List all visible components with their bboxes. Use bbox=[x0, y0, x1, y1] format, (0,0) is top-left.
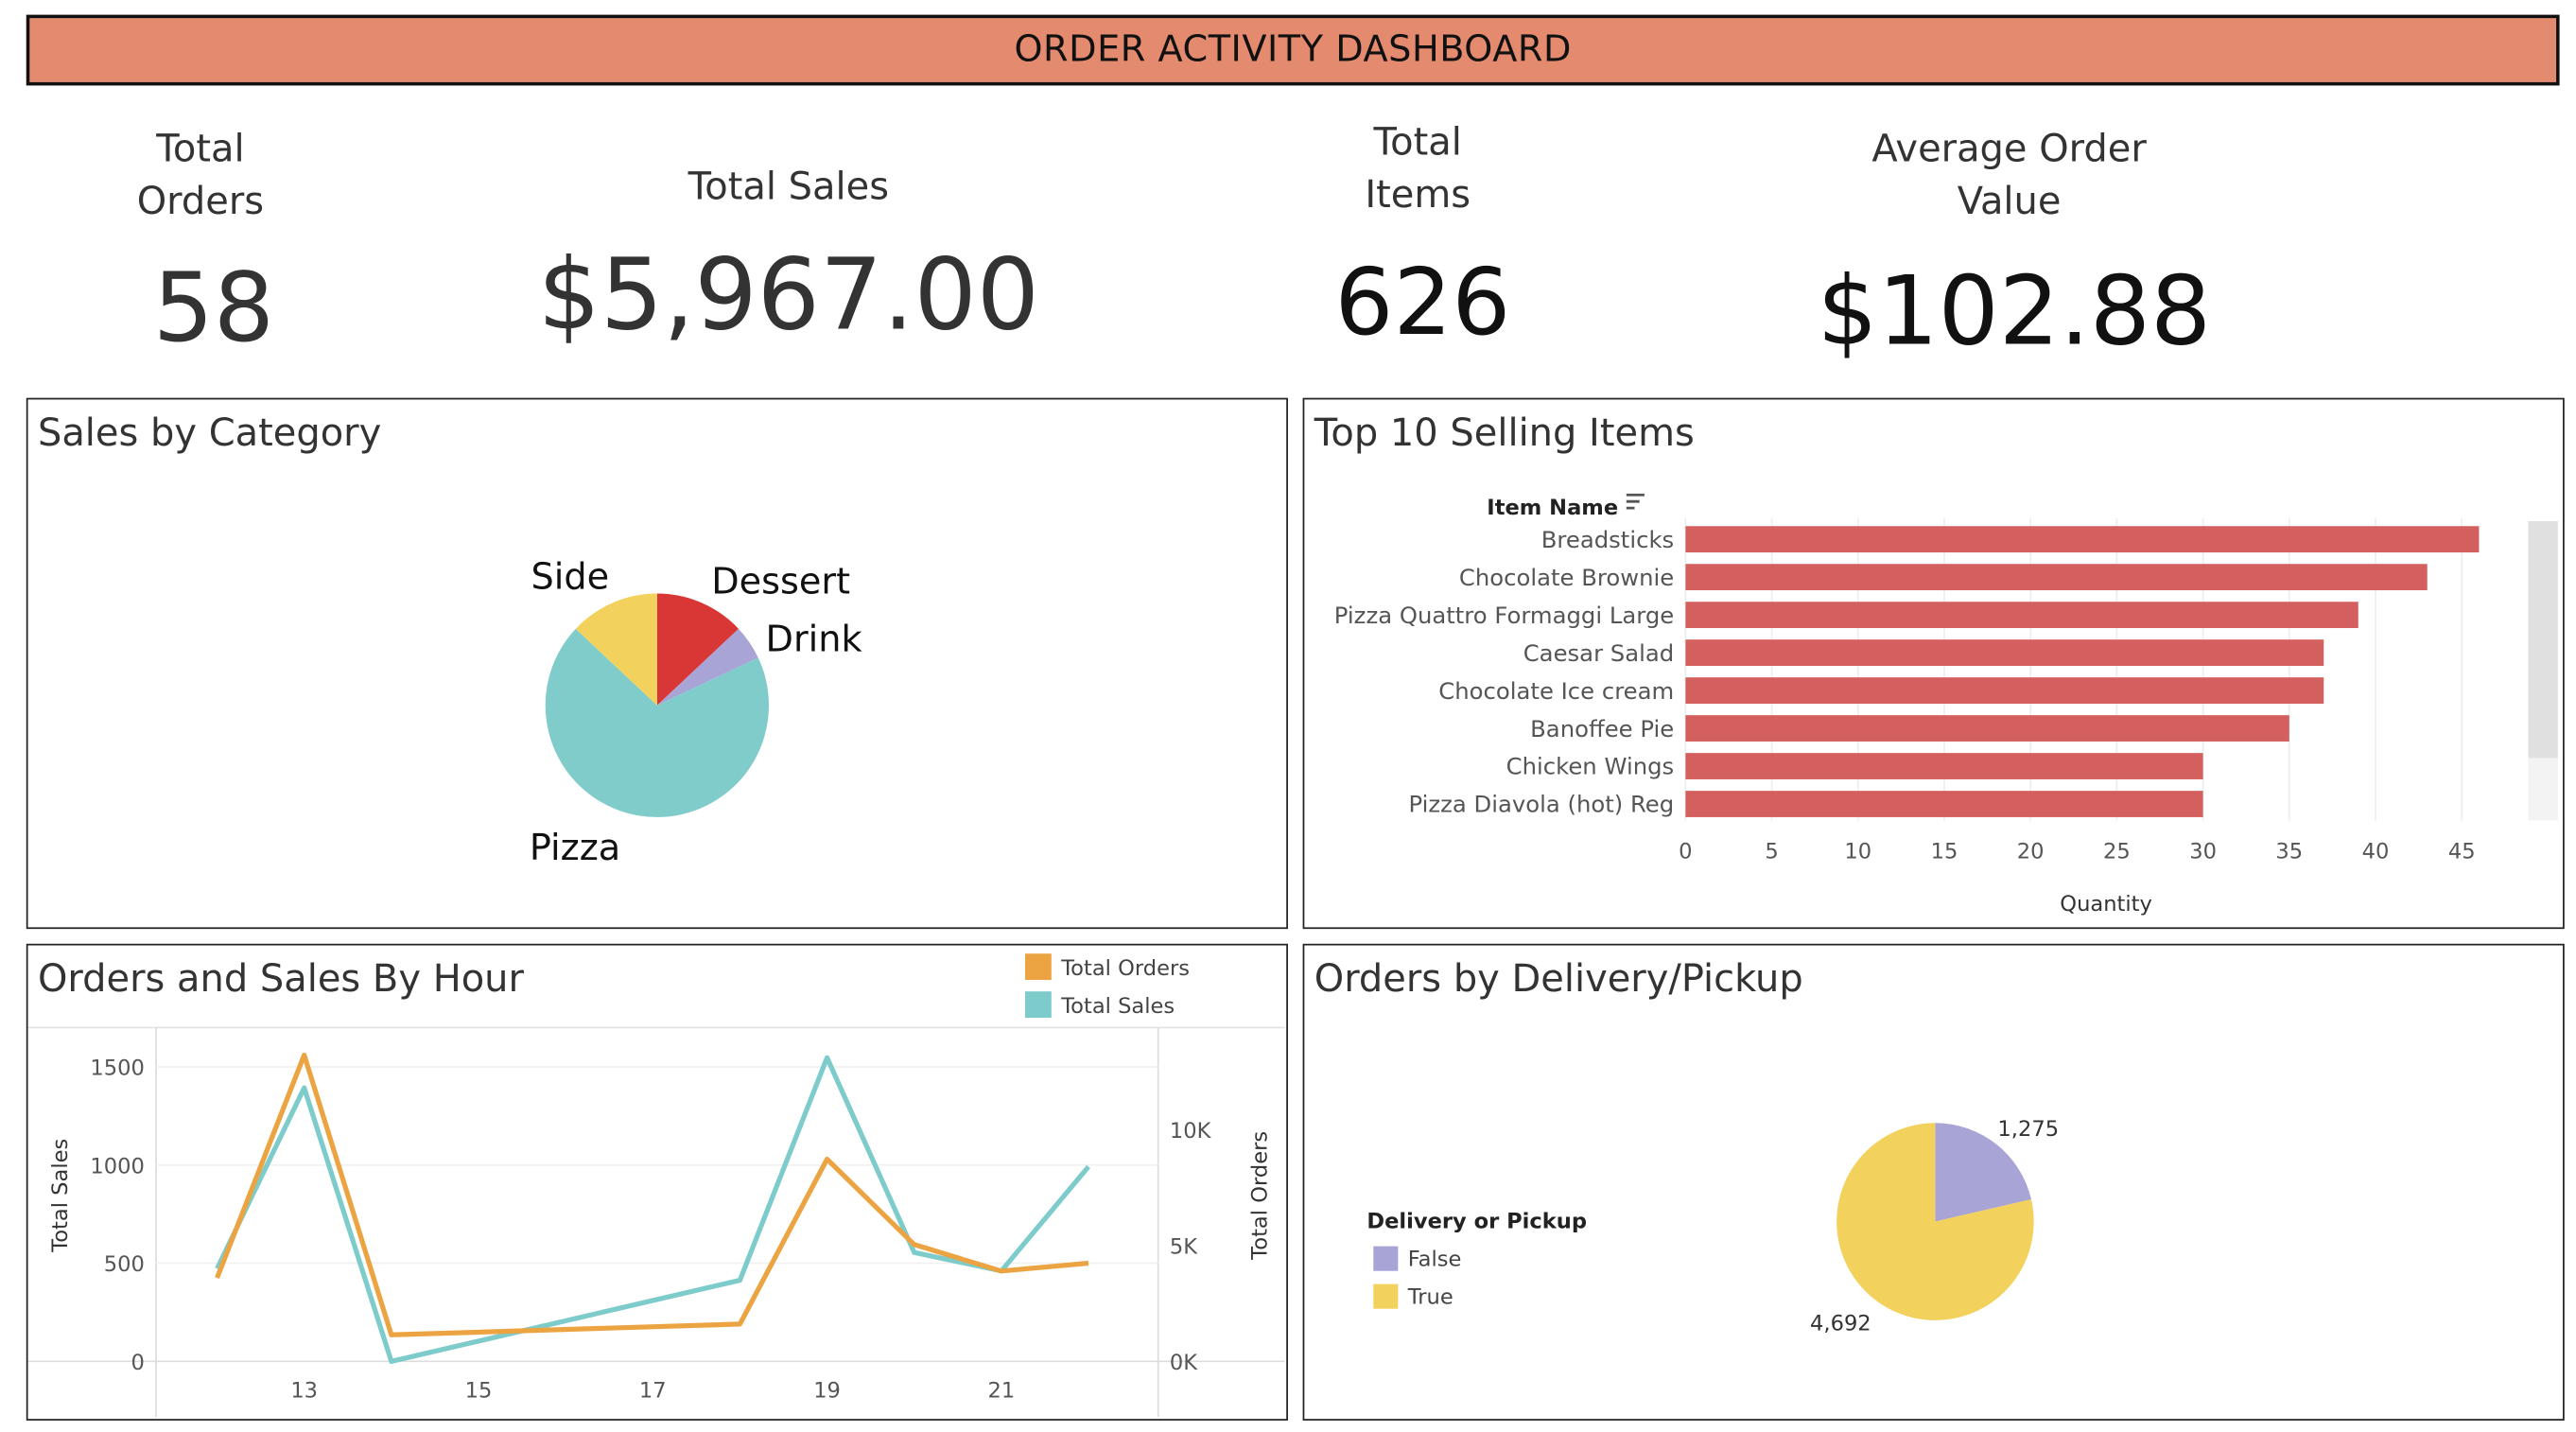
item-name-header: Item Name bbox=[1487, 496, 1618, 520]
bar bbox=[1685, 564, 2428, 591]
legend-swatch-total-orders bbox=[1025, 953, 1052, 981]
x-tick-label: 15 bbox=[1931, 839, 1958, 864]
bar-label: Caesar Salad bbox=[1523, 639, 1674, 667]
legend-label-total-orders: Total Orders bbox=[1060, 956, 1190, 981]
bar-label: Chocolate Ice cream bbox=[1438, 677, 1674, 705]
legend-title: Delivery or Pickup bbox=[1366, 1210, 1587, 1234]
dashboard-header: ORDER ACTIVITY DASHBOARD bbox=[26, 14, 2560, 86]
legend-label-total-sales: Total Sales bbox=[1060, 994, 1175, 1019]
sales-by-category-panel: Sales by Category Dessert Drink Pizza Side bbox=[26, 397, 1288, 930]
kpi-total-items-label-line2: Items bbox=[1365, 174, 1471, 218]
kpi-total-orders-label-line2: Orders bbox=[136, 181, 265, 224]
legend-swatch-false bbox=[1373, 1246, 1399, 1271]
legend-swatch-total-sales bbox=[1025, 991, 1052, 1019]
bar-label: Banoffee Pie bbox=[1530, 715, 1674, 742]
pie-label-drink: Drink bbox=[766, 619, 863, 660]
y-right-tick-label: 5K bbox=[1170, 1234, 1198, 1259]
line-series-total-sales bbox=[215, 1055, 1091, 1364]
x-tick-label: 45 bbox=[2448, 839, 2476, 864]
y-left-axis-label: Total Sales bbox=[48, 1139, 73, 1253]
x-tick-label: 10 bbox=[1844, 839, 1871, 864]
sort-icon[interactable] bbox=[1626, 493, 1645, 510]
kpi-total-items-label-line1: Total bbox=[1373, 121, 1462, 165]
x-tick-label: 5 bbox=[1765, 839, 1778, 864]
top-selling-items-panel: Top 10 Selling Items Item Name Breadstick… bbox=[1302, 397, 2565, 930]
kpi-total-orders-label: Total Orders bbox=[102, 123, 299, 228]
x-tick-label: 25 bbox=[2103, 839, 2131, 864]
line-series-total-orders bbox=[215, 1052, 1089, 1337]
kpi-total-sales-label: Total Sales bbox=[688, 166, 890, 209]
pie-value-true: 4,692 bbox=[1810, 1311, 1871, 1336]
bar bbox=[1685, 715, 2289, 742]
pie-value-false: 1,275 bbox=[1997, 1117, 2059, 1142]
bar-label: Breadsticks bbox=[1541, 526, 1674, 553]
kpi-total-orders-label-line1: Total bbox=[156, 128, 245, 171]
bar bbox=[1685, 753, 2203, 779]
legend-swatch-true bbox=[1373, 1284, 1399, 1309]
bar bbox=[1685, 602, 2358, 629]
y-right-tick-label: 0K bbox=[1170, 1351, 1198, 1375]
y-left-tick-label: 500 bbox=[104, 1252, 145, 1277]
x-tick-label: 13 bbox=[290, 1379, 318, 1404]
bar-label: Pizza Quattro Formaggi Large bbox=[1334, 602, 1674, 629]
kpi-average-order-value-label-line2: Value bbox=[1957, 181, 2062, 224]
y-left-tick-label: 0 bbox=[131, 1351, 145, 1375]
legend-label-true: True bbox=[1407, 1284, 1453, 1309]
x-tick-label: 17 bbox=[639, 1379, 667, 1404]
x-tick-label: 0 bbox=[1679, 839, 1692, 864]
top-selling-items-chart[interactable]: Item Name Breadsticks Chocolate Brownie Piz… bbox=[1304, 399, 2561, 925]
kpi-average-order-value-value: $102.88 bbox=[1817, 254, 2212, 367]
kpi-average-order-value-label: Average Order Value bbox=[1807, 123, 2211, 228]
bar bbox=[1685, 791, 2203, 817]
bar-label: Pizza Diavola (hot) Reg bbox=[1409, 791, 1675, 818]
pie-label-dessert: Dessert bbox=[711, 562, 850, 603]
orders-by-delivery-chart: 1,275 4,692 Delivery or Pickup False True bbox=[1366, 1117, 2059, 1336]
sales-by-category-chart: Dessert Drink Pizza Side bbox=[530, 556, 863, 869]
kpi-total-sales-value: $5,967.00 bbox=[537, 238, 1040, 354]
pie-label-pizza: Pizza bbox=[530, 828, 620, 869]
x-tick-label: 20 bbox=[2017, 839, 2045, 864]
x-tick-label: 35 bbox=[2275, 839, 2303, 864]
y-left-tick-label: 1500 bbox=[90, 1057, 144, 1081]
y-left-tick-label: 1000 bbox=[90, 1154, 144, 1179]
bar bbox=[1685, 526, 2480, 553]
orders-sales-by-hour-panel: Orders and Sales By Hour 0 500 1000 1500 0K 5… bbox=[26, 943, 1288, 1421]
legend-label-false: False bbox=[1408, 1247, 1462, 1271]
bar-label: Chicken Wings bbox=[1506, 753, 1675, 780]
bar bbox=[1685, 639, 2324, 667]
x-tick-label: 30 bbox=[2189, 839, 2217, 864]
x-axis-label: Quantity bbox=[2060, 892, 2152, 917]
scrollbar-thumb[interactable] bbox=[2528, 521, 2558, 759]
bar bbox=[1685, 677, 2324, 704]
orders-by-delivery-panel: Orders by Delivery/Pickup 1,275 4,692 Deli… bbox=[1302, 943, 2565, 1421]
kpi-total-orders-value: 58 bbox=[152, 251, 274, 364]
x-tick-label: 15 bbox=[465, 1379, 493, 1404]
kpi-total-items-label: Total Items bbox=[1314, 116, 1522, 221]
orders-sales-by-hour-chart: 0 500 1000 1500 0K 5K 10K Total Sales Total Orde… bbox=[27, 953, 1285, 1418]
bar-label: Chocolate Brownie bbox=[1459, 564, 1674, 591]
kpi-total-items-value: 626 bbox=[1334, 250, 1511, 358]
y-right-axis-label: Total Orders bbox=[1247, 1131, 1272, 1261]
x-tick-label: 21 bbox=[987, 1379, 1015, 1404]
pie-label-side: Side bbox=[531, 556, 609, 598]
y-right-tick-label: 10K bbox=[1170, 1119, 1212, 1144]
x-tick-label: 40 bbox=[2362, 839, 2390, 864]
dashboard-title: ORDER ACTIVITY DASHBOARD bbox=[1014, 29, 1572, 71]
kpi-average-order-value-label-line1: Average Order bbox=[1871, 128, 2147, 171]
x-tick-label: 19 bbox=[813, 1379, 841, 1404]
